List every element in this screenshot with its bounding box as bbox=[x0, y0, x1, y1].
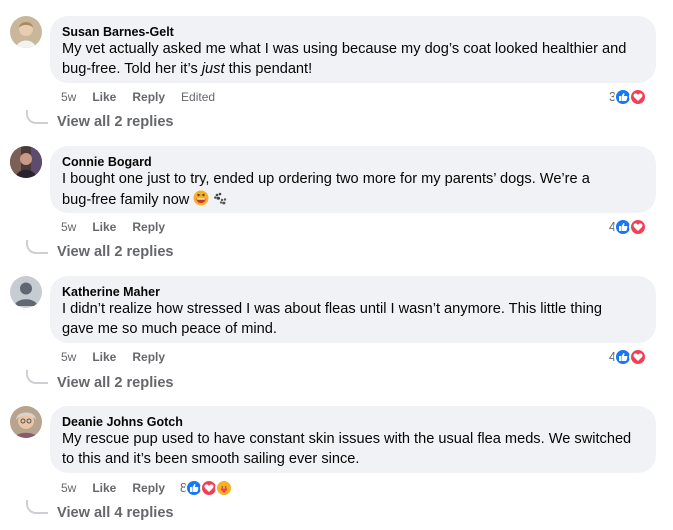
view-replies-link[interactable]: View all 2 replies bbox=[57, 244, 174, 260]
edited-label: Edited bbox=[181, 90, 216, 104]
comment-actions: 5w Like Reply Edited bbox=[61, 89, 231, 105]
timestamp[interactable]: 5w bbox=[61, 220, 76, 234]
avatar[interactable] bbox=[10, 276, 42, 308]
thread-line bbox=[26, 370, 48, 384]
comment-bubble: Connie Bogard I bought one just to try, … bbox=[50, 146, 656, 213]
avatar[interactable] bbox=[10, 16, 42, 48]
author-name[interactable]: Connie Bogard bbox=[62, 154, 644, 170]
reactions-summary[interactable]: 3 bbox=[609, 87, 647, 107]
grinning-emoji-icon bbox=[193, 190, 209, 213]
reply-button[interactable]: Reply bbox=[132, 90, 165, 104]
reply-button[interactable]: Reply bbox=[132, 220, 165, 234]
author-name[interactable]: Susan Barnes-Gelt bbox=[62, 24, 644, 40]
comment-text: I bought one just to try, ended up order… bbox=[62, 170, 644, 212]
avatar[interactable] bbox=[10, 406, 42, 438]
thread-line bbox=[26, 500, 48, 514]
comment-bubble: Katherine Maher I didn’t realize how str… bbox=[50, 276, 656, 343]
view-replies-link[interactable]: View all 2 replies bbox=[57, 114, 174, 130]
author-name[interactable]: Katherine Maher bbox=[62, 284, 644, 300]
author-name[interactable]: Deanie Johns Gotch bbox=[62, 414, 644, 430]
comment-bubble: Deanie Johns Gotch My rescue pup used to… bbox=[50, 406, 656, 473]
comment-bubble: Susan Barnes-Gelt My vet actually asked … bbox=[50, 16, 656, 83]
love-reaction-icon bbox=[628, 348, 647, 366]
like-button[interactable]: Like bbox=[92, 90, 116, 104]
timestamp[interactable]: 5w bbox=[61, 481, 76, 495]
reactions-summary[interactable]: 4 bbox=[609, 217, 647, 237]
comment-actions: 5w Like Reply bbox=[61, 349, 181, 365]
comment-actions: 5w Like Reply bbox=[61, 219, 181, 235]
reactions-summary[interactable]: 8 bbox=[180, 478, 233, 498]
paw-prints-icon bbox=[213, 192, 227, 213]
comment-text: My rescue pup used to have constant skin… bbox=[62, 431, 632, 467]
comment-text: My vet actually asked me what I was usin… bbox=[62, 41, 627, 77]
like-button[interactable]: Like bbox=[92, 481, 116, 495]
comment-text: I didn’t realize how stressed I was abou… bbox=[62, 301, 602, 337]
love-reaction-icon bbox=[628, 218, 647, 236]
thread-line bbox=[26, 110, 48, 124]
reply-button[interactable]: Reply bbox=[132, 481, 165, 495]
view-replies-link[interactable]: View all 4 replies bbox=[57, 505, 174, 521]
care-reaction-icon bbox=[214, 479, 233, 497]
comment-actions: 5w Like Reply bbox=[61, 480, 181, 496]
avatar[interactable] bbox=[10, 146, 42, 178]
reply-button[interactable]: Reply bbox=[132, 350, 165, 364]
love-reaction-icon bbox=[628, 88, 647, 106]
timestamp[interactable]: 5w bbox=[61, 90, 76, 104]
like-button[interactable]: Like bbox=[92, 220, 116, 234]
timestamp[interactable]: 5w bbox=[61, 350, 76, 364]
like-button[interactable]: Like bbox=[92, 350, 116, 364]
thread-line bbox=[26, 240, 48, 254]
view-replies-link[interactable]: View all 2 replies bbox=[57, 375, 174, 391]
reactions-summary[interactable]: 4 bbox=[609, 347, 647, 367]
